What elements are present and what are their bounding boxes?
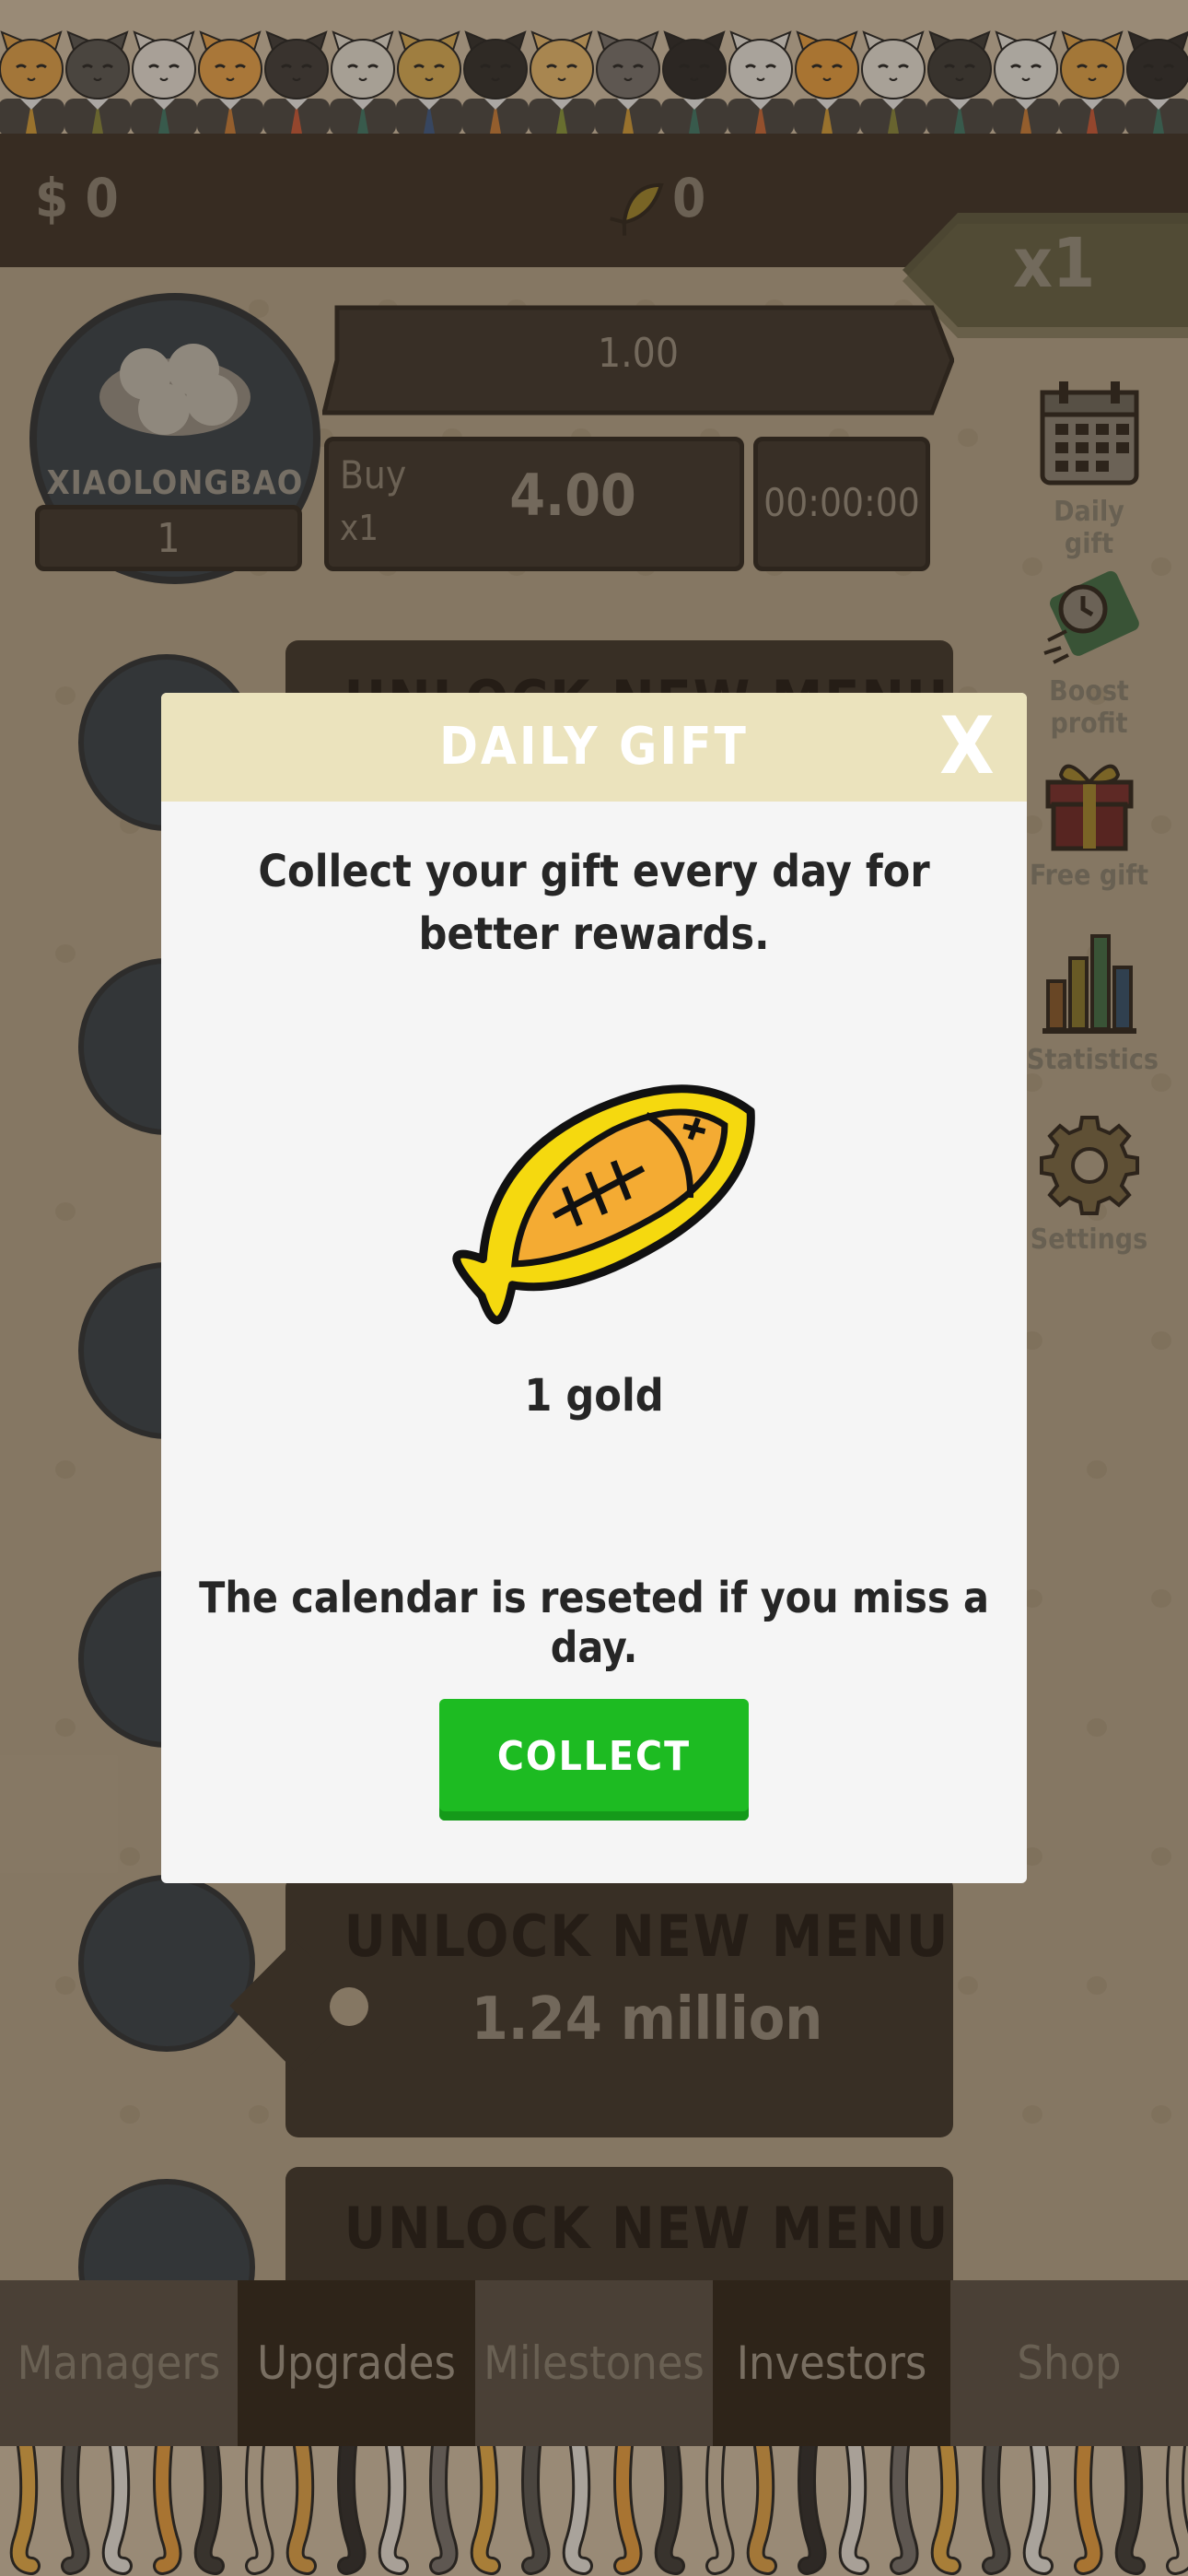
dialog-description: Collect your gift every day for better r… — [258, 846, 930, 960]
daily-gift-dialog: DAILY GIFT X Collect your gift every day… — [161, 693, 1027, 1883]
close-button[interactable]: X — [930, 707, 1004, 786]
collect-button[interactable]: COLLECT — [439, 1699, 749, 1821]
gold-fish-icon — [410, 1036, 787, 1349]
dialog-note: The calendar is reseted if you miss a da… — [199, 1573, 989, 1672]
reward-amount: 1 gold — [524, 1370, 664, 1422]
dialog-title: DAILY GIFT — [439, 717, 749, 777]
